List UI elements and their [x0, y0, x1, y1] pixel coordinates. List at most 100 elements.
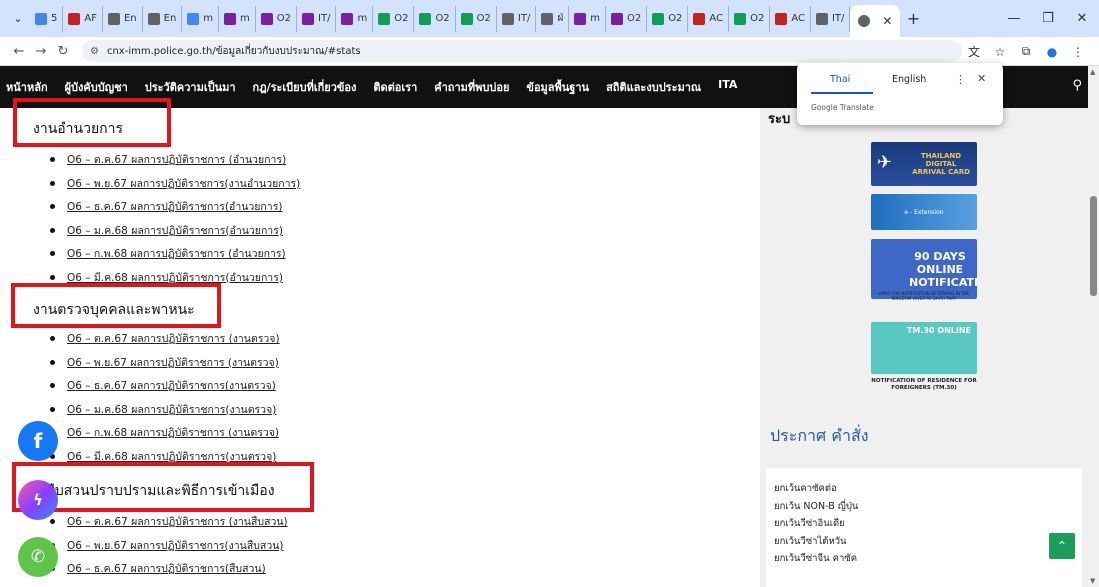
address-bar: ← → ↻ ⚙ cnx-imm.police.go.th/ข้อมูลเกี่ย… [0, 37, 1099, 66]
messenger-icon[interactable]: ϟ [18, 480, 58, 520]
doc-link[interactable]: O6 – พ.ย.67 ผลการปฏิบัติราชการ(งานอำนวยก… [67, 175, 300, 192]
doc-link-item[interactable]: O6 – ต.ค.67 ผลการปฏิบัติราชการ (งานสืบสว… [50, 510, 288, 534]
doc-link-item[interactable]: O6 – ก.พ.68 ผลการปฏิบัติราชการ (งานตรวจ) [50, 421, 280, 445]
doc-link[interactable]: O6 – ธ.ค.67 ผลการปฏิบัติราชการ(สืบสวน) [67, 560, 266, 577]
profile-icon[interactable]: ● [1039, 45, 1065, 59]
browser-tab[interactable]: O2 [647, 5, 689, 32]
browser-tab[interactable]: O2 [373, 5, 415, 32]
announcement-link[interactable]: ยกเว้นวีซ่าอินเดีย [766, 515, 1082, 533]
menu-item[interactable]: ข้อมูลพื้นฐาน [526, 78, 589, 96]
tdac-banner[interactable]: ✈ THAILAND DIGITAL ARRIVAL CARD [871, 142, 977, 186]
browser-tab[interactable]: IT/ [811, 5, 851, 32]
doc-link[interactable]: O6 – ต.ค.67 ผลการปฏิบัติราชการ (อำนวยการ… [67, 151, 286, 168]
browser-tab[interactable]: En [103, 5, 143, 32]
restore-icon[interactable]: ❐ [1031, 11, 1065, 26]
bookmark-star-icon[interactable]: ☆ [987, 45, 1013, 59]
forward-icon[interactable]: → [30, 44, 52, 59]
announcement-link[interactable]: ยกเว้นวีซ่าไต้หวัน [766, 533, 1082, 551]
doc-link-item[interactable]: O6 – ม.ค.68 ผลการปฏิบัติราชการ(งานตรวจ) [50, 398, 280, 422]
doc-link[interactable]: O6 – ม.ค.68 ผลการปฏิบัติราชการ(งานตรวจ) [67, 401, 276, 418]
back-to-top-button[interactable]: ⌃ [1049, 533, 1075, 559]
extension-banner[interactable]: e - Extension [871, 194, 977, 230]
menu-item[interactable]: ติดต่อเรา [373, 78, 417, 96]
menu-item[interactable]: ผู้บังคับบัญชา [65, 78, 128, 96]
tm30-banner[interactable]: TM.30 ONLINE [871, 322, 977, 374]
browser-tab[interactable]: AC [688, 5, 730, 32]
more-options-icon[interactable]: ⋮ [955, 73, 966, 86]
browser-tab[interactable]: O2 [729, 5, 771, 32]
scroll-thumb[interactable] [1090, 196, 1097, 296]
tab-active[interactable]: ✕ [850, 5, 901, 37]
doc-link-item[interactable]: O6 – พ.ย.67 ผลการปฏิบัติราชการ(งานสืบสวน… [50, 534, 288, 558]
browser-tab[interactable]: O2 [456, 5, 497, 32]
browser-tab[interactable]: En [143, 5, 183, 32]
doc-link[interactable]: O6 – พ.ย.67 ผลการปฏิบัติราชการ(งานสืบสวน… [67, 537, 284, 554]
browser-tab[interactable]: ฝ่ [536, 5, 570, 32]
doc-link-item[interactable]: O6 – ม.ค.68 ผลการปฏิบัติราชการ(อำนวยการ) [50, 219, 300, 243]
announcement-link[interactable]: ยกเว้นคาซัคต่อ [766, 480, 1082, 498]
doc-link[interactable]: O6 – ต.ค.67 ผลการปฏิบัติราชการ (งานตรวจ) [67, 330, 280, 347]
close-window-icon[interactable]: ✕ [1065, 11, 1099, 26]
doc-link[interactable]: O6 – ก.พ.68 ผลการปฏิบัติราชการ (งานตรวจ) [67, 424, 279, 441]
announcement-link[interactable]: ยกเว้น NON-B ญี่ปุ่น [766, 498, 1082, 516]
browser-tab[interactable]: IT/ [297, 5, 337, 32]
doc-link-item[interactable]: O6 – ธ.ค.67 ผลการปฏิบัติราชการ(งานตรวจ) [50, 374, 280, 398]
doc-link-item[interactable]: O6 – พ.ย.67 ผลการปฏิบัติราชการ (งานตรวจ) [50, 351, 280, 375]
doc-list: O6 – ต.ค.67 ผลการปฏิบัติราชการ (งานสืบสว… [50, 510, 288, 581]
doc-link[interactable]: O6 – พ.ย.67 ผลการปฏิบัติราชการ (งานตรวจ) [67, 354, 279, 371]
browser-tab[interactable]: O2 [256, 5, 298, 32]
announcement-link[interactable]: ยกเว้นวีซ่าจีน คาซัค [766, 550, 1082, 568]
thai-option[interactable]: Thai [830, 74, 850, 85]
scroll-up-icon[interactable]: ▲ [1090, 68, 1095, 76]
minimize-icon[interactable]: — [997, 11, 1031, 26]
menu-item[interactable]: คำถามที่พบบ่อย [434, 78, 509, 96]
doc-link-item[interactable]: O6 – พ.ย.67 ผลการปฏิบัติราชการ(งานอำนวยก… [50, 172, 300, 196]
close-tab-icon[interactable]: ✕ [882, 14, 892, 28]
browser-tab[interactable]: m [182, 5, 220, 32]
page-scrollbar[interactable]: ▲ ▼ [1088, 66, 1099, 587]
browser-tab[interactable]: IT/ [497, 5, 537, 32]
browser-tab[interactable]: O2 [606, 5, 648, 32]
facebook-icon[interactable]: f [18, 421, 58, 461]
search-icon[interactable]: ⚲ [1072, 78, 1082, 93]
doc-link-item[interactable]: O6 – ธ.ค.67 ผลการปฏิบัติราชการ(อำนวยการ) [50, 195, 300, 219]
kebab-menu-icon[interactable]: ⋮ [1065, 45, 1091, 59]
doc-link-item[interactable]: O6 – ธ.ค.67 ผลการปฏิบัติราชการ(สืบสวน) [50, 557, 288, 581]
menu-item[interactable]: ITA [718, 78, 737, 96]
doc-link[interactable]: O6 – ต.ค.67 ผลการปฏิบัติราชการ (งานสืบสว… [67, 513, 288, 530]
doc-link[interactable]: O6 – ม.ค.68 ผลการปฏิบัติราชการ(อำนวยการ) [67, 222, 283, 239]
browser-tab[interactable]: m [569, 5, 606, 32]
menu-item[interactable]: กฎ/ระเบียบที่เกี่ยวข้อง [253, 78, 357, 96]
doc-link-item[interactable]: O6 – ต.ค.67 ผลการปฏิบัติราชการ (อำนวยการ… [50, 148, 300, 172]
tab-label: AC [791, 13, 805, 24]
doc-link[interactable]: O6 – ธ.ค.67 ผลการปฏิบัติราชการ(อำนวยการ) [67, 198, 282, 215]
tab-favicon-icon [187, 12, 200, 25]
scroll-down-icon[interactable]: ▼ [1090, 577, 1095, 585]
browser-tab[interactable]: m [219, 5, 256, 32]
close-popup-icon[interactable]: ✕ [977, 72, 986, 85]
extensions-icon[interactable]: ⧉ [1013, 44, 1039, 59]
translate-icon[interactable]: 文 [961, 43, 987, 60]
browser-tab[interactable]: AF [63, 5, 103, 32]
phone-icon[interactable]: ✆ [18, 537, 58, 577]
url-field[interactable]: ⚙ cnx-imm.police.go.th/ข้อมูลเกี่ยวกับงบ… [82, 40, 962, 62]
english-option[interactable]: English [892, 74, 926, 85]
doc-link[interactable]: O6 – ธ.ค.67 ผลการปฏิบัติราชการ(งานตรวจ) [67, 377, 276, 394]
browser-tab[interactable]: m [336, 5, 374, 32]
ninety-days-banner[interactable]: 90 DAYS ONLINE NOTIFICATION [871, 239, 977, 299]
doc-link[interactable]: O6 – ก.พ.68 ผลการปฏิบัติราชการ (อำนวยการ… [67, 245, 286, 262]
reload-icon[interactable]: ↻ [52, 44, 74, 59]
site-info-icon[interactable]: ⚙ [90, 46, 99, 57]
globe-icon [858, 15, 871, 27]
doc-link-item[interactable]: O6 – ก.พ.68 ผลการปฏิบัติราชการ (อำนวยการ… [50, 242, 300, 266]
browser-tab[interactable]: 5 [30, 5, 64, 32]
browser-tab[interactable]: O2 [414, 5, 456, 32]
menu-item[interactable]: หน้าหลัก [6, 78, 48, 96]
menu-item[interactable]: สถิติและงบประมาณ [606, 78, 701, 96]
new-tab-button[interactable]: + [900, 9, 926, 28]
menu-item[interactable]: ประวัติความเป็นมา [145, 78, 236, 96]
doc-link-item[interactable]: O6 – ต.ค.67 ผลการปฏิบัติราชการ (งานตรวจ) [50, 327, 280, 351]
tab-search-icon[interactable]: ⌄ [6, 7, 30, 31]
browser-tab[interactable]: AC [770, 5, 811, 32]
back-icon[interactable]: ← [8, 44, 30, 59]
